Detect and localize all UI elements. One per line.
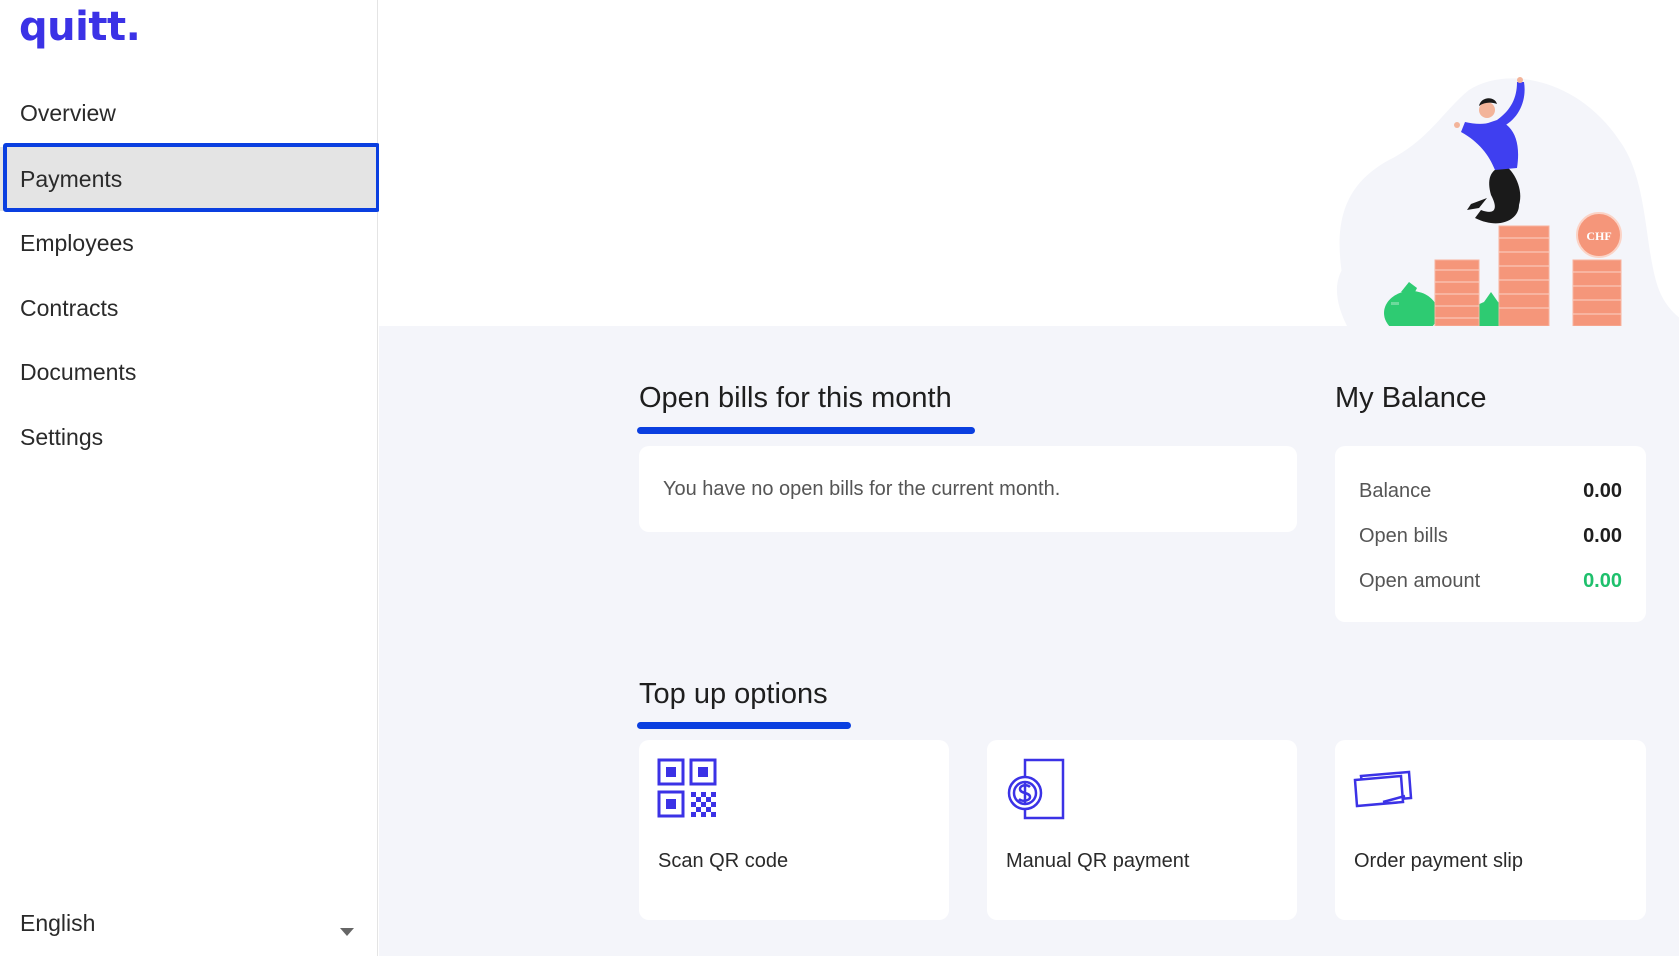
sidebar-item-label: Contracts xyxy=(20,295,119,321)
svg-text:CHF: CHF xyxy=(1586,229,1611,243)
sidebar-item-overview[interactable]: Overview xyxy=(0,81,377,145)
app-logo[interactable]: quitt. xyxy=(19,4,141,50)
balance-title: My Balance xyxy=(1335,382,1487,414)
sidebar-item-label: Documents xyxy=(20,359,137,385)
top-up-title: Top up options xyxy=(639,678,828,710)
main-content: CHF Open bills for this month You have n… xyxy=(379,0,1679,956)
payment-slip-icon xyxy=(1353,770,1413,808)
open-amount-label: Open amount xyxy=(1359,570,1481,592)
option-label: Order payment slip xyxy=(1354,850,1523,872)
dollar-document-icon xyxy=(1007,758,1065,820)
option-label: Manual QR payment xyxy=(1006,850,1190,872)
open-bills-card: You have no open bills for the current m… xyxy=(639,446,1297,532)
sidebar: quitt. Overview Payments Employees Contr… xyxy=(0,0,380,956)
open-bills-title: Open bills for this month xyxy=(639,382,952,414)
chevron-down-icon[interactable] xyxy=(340,928,354,936)
sidebar-item-contracts[interactable]: Contracts xyxy=(0,276,377,340)
sidebar-item-label: Overview xyxy=(20,100,116,126)
top-up-option-scan-qr[interactable]: Scan QR code xyxy=(639,740,949,920)
sidebar-item-documents[interactable]: Documents xyxy=(0,340,377,404)
balance-card: Balance 0.00 Open bills 0.00 Open amount… xyxy=(1335,446,1646,622)
top-up-option-payment-slip[interactable]: Order payment slip xyxy=(1335,740,1646,920)
sidebar-item-label: Payments xyxy=(20,166,123,192)
open-bills-value: 0.00 xyxy=(1583,525,1622,547)
sidebar-item-label: Employees xyxy=(20,230,134,256)
sidebar-item-payments[interactable]: Payments xyxy=(0,147,377,211)
open-bills-underline xyxy=(637,427,975,434)
balance-label: Balance xyxy=(1359,480,1432,502)
chf-coin-icon: CHF xyxy=(1576,212,1622,258)
sidebar-item-employees[interactable]: Employees xyxy=(0,211,377,275)
qr-code-icon xyxy=(657,758,717,818)
top-up-underline xyxy=(637,722,851,729)
balance-value: 0.00 xyxy=(1583,480,1622,502)
option-label: Scan QR code xyxy=(658,850,789,872)
open-amount-value: 0.00 xyxy=(1583,570,1622,592)
sidebar-item-settings[interactable]: Settings xyxy=(0,405,377,469)
language-select[interactable]: English xyxy=(20,910,95,937)
open-bills-label: Open bills xyxy=(1359,525,1448,547)
hero-illustration: CHF xyxy=(1336,77,1679,326)
top-up-option-manual-qr[interactable]: Manual QR payment xyxy=(987,740,1297,920)
sidebar-item-label: Settings xyxy=(20,424,104,450)
open-bills-empty-message: You have no open bills for the current m… xyxy=(663,478,1061,500)
